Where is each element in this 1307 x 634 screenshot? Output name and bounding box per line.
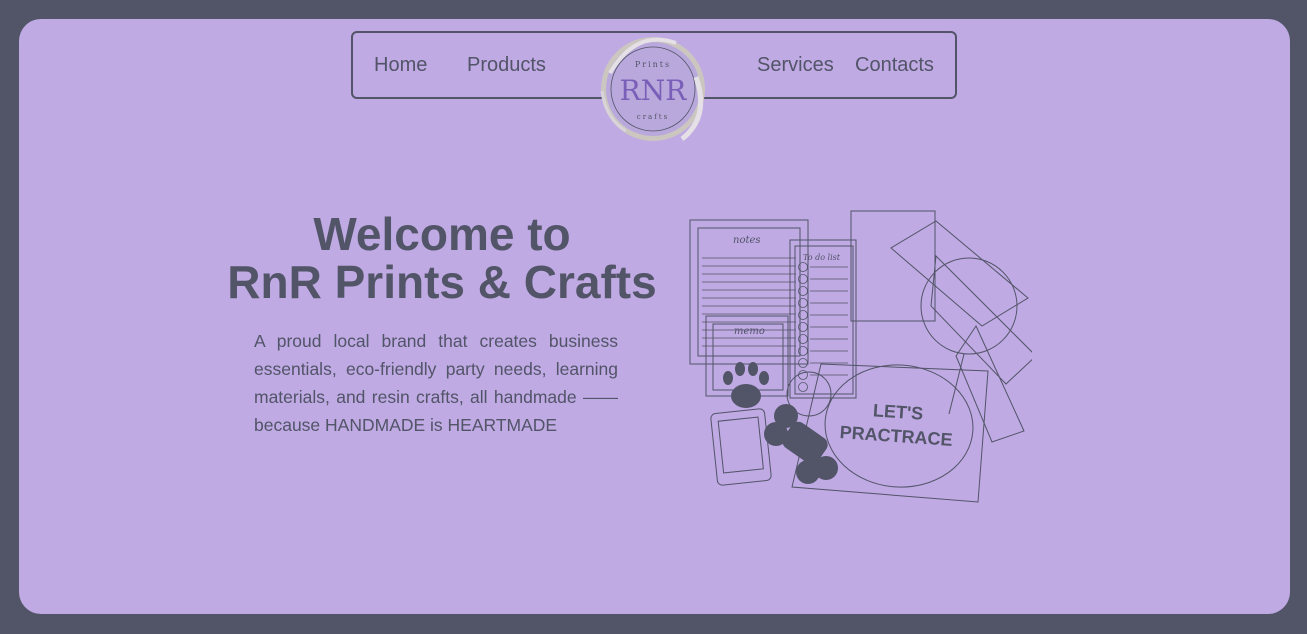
crafts-illustration: notes To do list memo LET'S PRACTRACE [689, 210, 1032, 503]
logo-top-text: Prints [635, 60, 671, 69]
logo-monogram: RNR [620, 74, 688, 107]
hero-description: A proud local brand that creates busines… [254, 331, 618, 435]
memo-label: memo [734, 326, 765, 337]
nav-home[interactable]: Home [374, 53, 427, 77]
hero-title: Welcome to RnR Prints & Crafts [218, 210, 666, 306]
hero-title-line1: Welcome to [313, 208, 571, 260]
paw-print-icon [723, 362, 769, 408]
nav-services[interactable]: Services [757, 53, 834, 77]
sign-line1: LET'S [872, 400, 924, 423]
nav-contacts[interactable]: Contacts [855, 53, 934, 77]
nav-products[interactable]: Products [467, 53, 546, 77]
bone-tag-icon [764, 404, 838, 484]
todo-label: To do list [803, 253, 841, 262]
logo-bottom-text: crafts [637, 113, 669, 121]
notes-label: notes [733, 235, 761, 246]
sign-line2: PRACTRACE [839, 422, 953, 450]
hero-title-line2: RnR Prints & Crafts [227, 256, 657, 308]
rnr-logo[interactable]: Prints RNR crafts [596, 33, 710, 145]
